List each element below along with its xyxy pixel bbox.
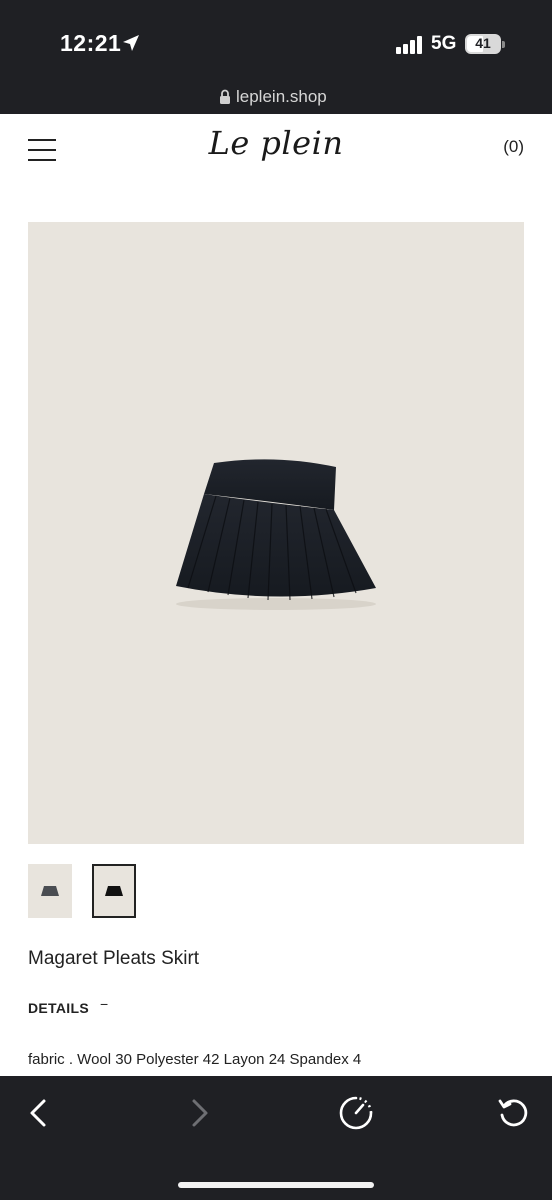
site-header: Le plein (0)	[0, 114, 552, 184]
skirt-illustration	[176, 459, 376, 610]
battery-nub	[502, 41, 505, 48]
product-title: Magaret Pleats Skirt	[28, 948, 200, 969]
battery-icon: 41	[465, 34, 501, 54]
forward-icon[interactable]	[178, 1093, 218, 1133]
site-logo[interactable]: Le plein	[0, 124, 552, 162]
thumbnail-gray-skirt	[41, 886, 59, 896]
network-type: 5G	[431, 33, 457, 54]
lock-icon	[220, 89, 230, 104]
speedometer-icon[interactable]	[336, 1093, 376, 1133]
fabric-info: fabric . Wool 30 Polyester 42 Layon 24 S…	[28, 1051, 362, 1068]
back-icon[interactable]	[20, 1093, 60, 1133]
thumbnail-gray[interactable]	[28, 864, 72, 918]
thumbnail-black[interactable]	[92, 864, 136, 918]
url-bar[interactable]: leplein.shop	[0, 82, 552, 114]
details-toggle[interactable]: −	[100, 996, 108, 1012]
thumbnail-black-skirt	[105, 886, 123, 896]
reload-icon[interactable]	[494, 1093, 534, 1133]
home-indicator[interactable]	[178, 1182, 374, 1188]
battery-level: 41	[475, 35, 491, 51]
status-bar: 12:21 5G 41	[0, 0, 552, 82]
url-domain[interactable]: leplein.shop	[236, 87, 327, 107]
details-header[interactable]: DETAILS	[28, 1000, 89, 1016]
location-arrow-icon	[123, 35, 139, 51]
cart-button[interactable]: (0)	[503, 137, 524, 157]
product-image[interactable]	[28, 222, 524, 844]
status-time: 12:21	[60, 30, 122, 56]
signal-icon	[396, 36, 424, 54]
